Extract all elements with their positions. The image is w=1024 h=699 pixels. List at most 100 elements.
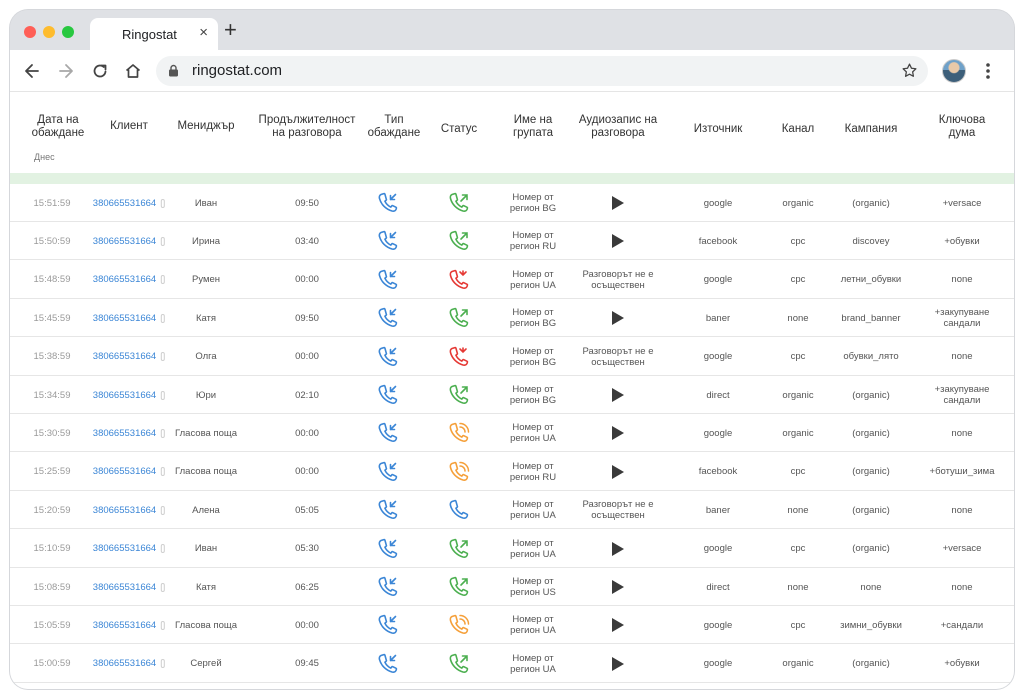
call-source-text: google (703, 543, 733, 555)
col-duration[interactable]: Продължителност на разговора (252, 114, 362, 140)
copy-icon[interactable] (161, 582, 166, 592)
table-row[interactable]: 15:08:59 380665531664 Катя 06:25 Номер от ре… (10, 568, 1014, 606)
call-duration-text: 00:00 (295, 351, 319, 363)
col-source[interactable]: Източник (694, 123, 743, 136)
client-phone-link[interactable]: 380665531664 (93, 568, 166, 606)
address-bar[interactable]: ringostat.com (156, 56, 928, 86)
client-phone-link-text[interactable]: 380665531664 (93, 658, 156, 669)
call-time-text: 15:05:59 (33, 619, 71, 631)
minimize-window-button[interactable] (43, 26, 55, 38)
client-phone-link-text[interactable]: 380665531664 (93, 505, 156, 516)
copy-icon[interactable] (161, 659, 166, 669)
table-row[interactable]: 15:38:59 380665531664 Олга 00:00 Номер от ре… (10, 338, 1014, 376)
new-tab-button[interactable]: + (224, 18, 237, 42)
play-recording-button[interactable] (612, 311, 624, 326)
table-row[interactable]: 15:30:59 380665531664 Гласова поща 00:00 Ном… (10, 414, 1014, 453)
table-row[interactable]: 15:20:59 380665531664 Алена 05:05 Номер от р… (10, 491, 1014, 530)
client-phone-link[interactable]: 380665531664 (93, 184, 166, 222)
client-phone-link-text[interactable]: 380665531664 (93, 313, 156, 324)
bookmark-star-icon[interactable] (901, 62, 918, 79)
client-phone-link[interactable]: 380665531664 (93, 491, 166, 529)
play-recording-button[interactable] (612, 234, 624, 249)
col-campaign[interactable]: Кампания (845, 123, 898, 136)
tab-close-icon[interactable]: × (199, 25, 208, 41)
table-row[interactable]: 15:05:59 380665531664 Гласова поща 00:00 Ном… (10, 606, 1014, 645)
copy-icon[interactable] (161, 313, 166, 323)
play-recording-button[interactable] (612, 426, 624, 441)
client-phone-link[interactable]: 380665531664 (93, 338, 166, 376)
client-phone-link[interactable]: 380665531664 (93, 222, 166, 260)
call-time: 15:51:59 (34, 184, 71, 222)
table-row[interactable]: 15:34:59 380665531664 Юри 02:10 Номер от рег… (10, 376, 1014, 414)
copy-icon[interactable] (161, 390, 166, 400)
copy-icon[interactable] (161, 198, 166, 208)
table-row[interactable]: 15:10:59 380665531664 Иван 05:30 Номер от ре… (10, 530, 1014, 568)
unanswered-call-icon (449, 499, 469, 520)
col-date[interactable]: Дата на обаждане (27, 114, 89, 140)
client-phone-link-text[interactable]: 380665531664 (93, 351, 156, 362)
table-row[interactable]: 15:50:59 380665531664 Ирина 03:40 Номер от р… (10, 222, 1014, 261)
client-phone-link-text[interactable]: 380665531664 (93, 543, 156, 554)
client-phone-link-text[interactable]: 380665531664 (93, 620, 156, 631)
col-client[interactable]: Клиент (110, 120, 148, 133)
copy-icon[interactable] (161, 428, 166, 438)
client-phone-link-text[interactable]: 380665531664 (93, 236, 156, 247)
copy-icon[interactable] (161, 620, 166, 630)
client-phone-link-text[interactable]: 380665531664 (93, 390, 156, 401)
client-phone-link[interactable]: 380665531664 (93, 530, 166, 568)
copy-icon[interactable] (161, 275, 166, 285)
incoming-call-icon (378, 653, 398, 673)
maximize-window-button[interactable] (62, 26, 74, 38)
tab-ringostat[interactable]: Ringostat × (90, 18, 218, 50)
play-recording-button[interactable] (612, 541, 624, 556)
client-phone-link[interactable]: 380665531664 (93, 606, 166, 644)
copy-icon[interactable] (161, 544, 166, 554)
menu-kebab-icon[interactable] (985, 61, 991, 81)
call-time: 15:10:59 (34, 530, 71, 568)
client-phone-link[interactable]: 380665531664 (93, 376, 166, 414)
client-phone-link-text[interactable]: 380665531664 (93, 274, 156, 285)
forward-arrow-icon[interactable] (56, 61, 76, 81)
col-status[interactable]: Статус (441, 123, 477, 136)
col-channel[interactable]: Канал (782, 123, 815, 136)
table-row[interactable]: 15:45:59 380665531664 Катя 09:50 Номер от ре… (10, 299, 1014, 338)
client-phone-link-text[interactable]: 380665531664 (93, 582, 156, 593)
client-phone-link[interactable]: 380665531664 (93, 261, 166, 299)
col-group[interactable]: Име на групата (503, 114, 563, 140)
client-phone-link[interactable]: 380665531664 (93, 453, 166, 491)
play-recording-button[interactable] (612, 618, 624, 633)
play-recording-button[interactable] (612, 580, 624, 594)
client-phone-link-text[interactable]: 380665531664 (93, 198, 156, 209)
copy-icon[interactable] (161, 236, 166, 246)
table-row[interactable]: 15:00:59 380665531664 Сергей 09:45 Номер от … (10, 645, 1014, 683)
client-phone-link[interactable]: 380665531664 (93, 645, 166, 683)
table-row[interactable]: 15:48:59 380665531664 Румен 00:00 Номер от р… (10, 261, 1014, 299)
col-keyword[interactable]: Ключова дума (932, 114, 992, 140)
call-source: facebook (699, 222, 738, 260)
table-row[interactable]: 15:51:59 380665531664 Иван 09:50 Номер от ре… (10, 184, 1014, 222)
close-window-button[interactable] (24, 26, 36, 38)
client-phone-link[interactable]: 380665531664 (93, 414, 166, 452)
reload-icon[interactable] (90, 61, 110, 81)
client-phone-link-text[interactable]: 380665531664 (93, 428, 156, 439)
table-row[interactable]: 15:25:59 380665531664 Гласова поща 00:00 Ном… (10, 453, 1014, 491)
call-channel-text: cpc (790, 235, 806, 247)
call-channel: organic (782, 414, 813, 452)
call-time: 15:45:59 (34, 299, 71, 337)
client-phone-link-text[interactable]: 380665531664 (93, 466, 156, 477)
copy-icon[interactable] (161, 352, 166, 362)
play-recording-button[interactable] (612, 388, 624, 402)
play-recording-button[interactable] (612, 196, 624, 210)
client-phone-link[interactable]: 380665531664 (93, 299, 166, 337)
back-arrow-icon[interactable] (22, 61, 42, 81)
col-audio[interactable]: Аудиозапис на разговора (578, 114, 658, 140)
manager-name: Катя (196, 568, 216, 606)
profile-avatar[interactable] (942, 59, 966, 83)
copy-icon[interactable] (161, 467, 166, 477)
copy-icon[interactable] (161, 505, 166, 515)
col-manager[interactable]: Мениджър (177, 120, 234, 133)
home-icon[interactable] (123, 61, 143, 81)
col-call-type[interactable]: Тип обаждане (364, 114, 424, 140)
play-recording-button[interactable] (612, 464, 624, 479)
play-recording-button[interactable] (612, 656, 624, 671)
